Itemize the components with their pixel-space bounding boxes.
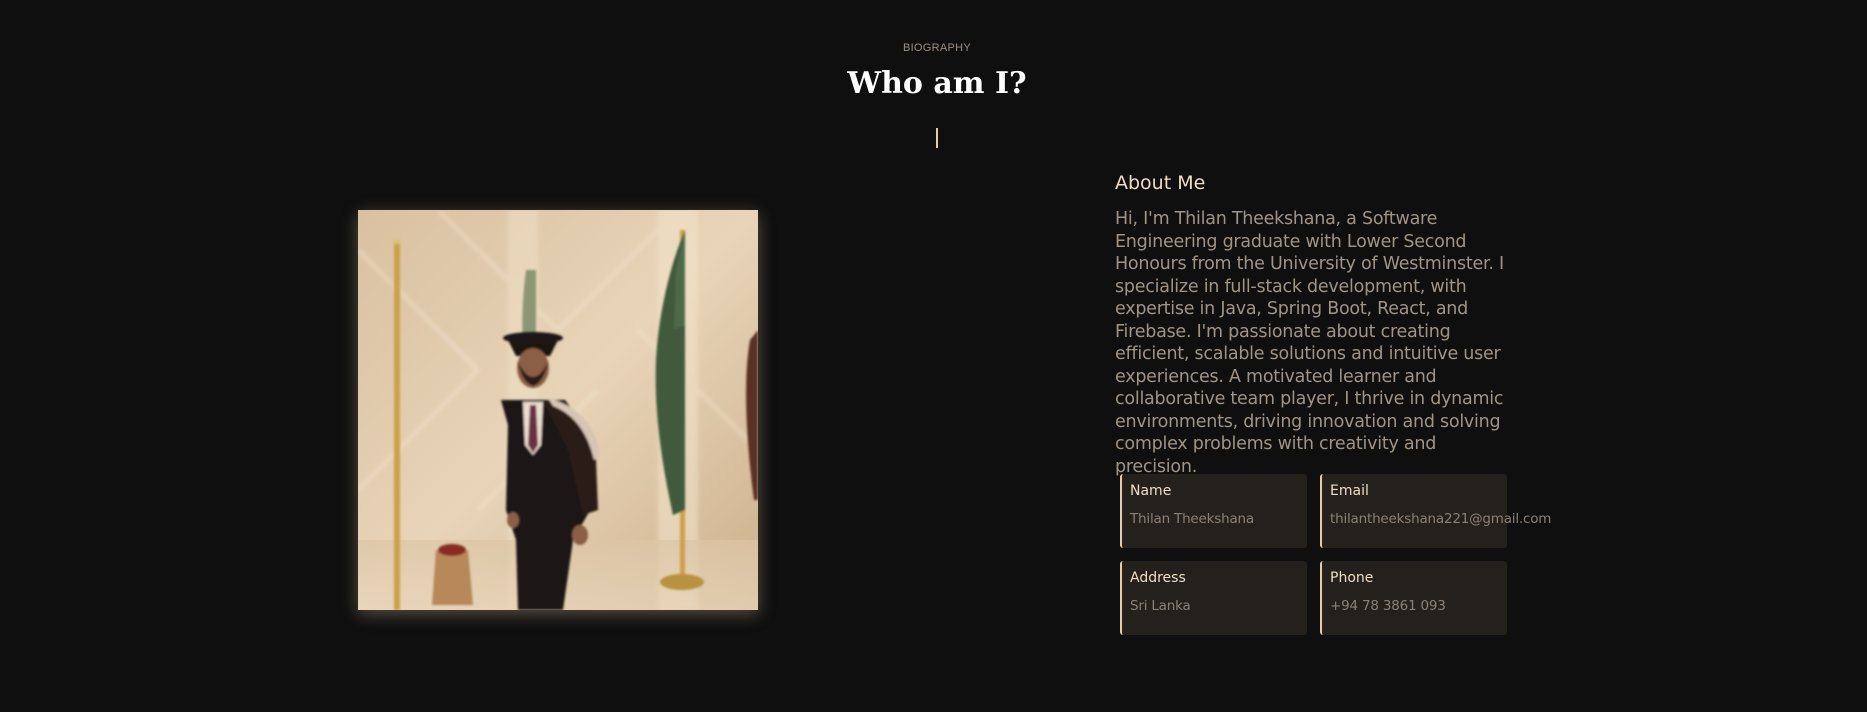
title-divider	[936, 128, 938, 148]
info-card-email: Email thilantheekshana221@gmail.com	[1320, 474, 1551, 548]
info-card-phone: Phone +94 78 3861 093	[1320, 561, 1507, 635]
info-card-value[interactable]: thilantheekshana221@gmail.com	[1330, 511, 1551, 527]
biography-section: BIOGRAPHY Who am I? About Me Hi, I'm Thi…	[0, 0, 1867, 712]
info-card-label: Address	[1130, 570, 1186, 586]
info-card-address: Address Sri Lanka	[1120, 561, 1307, 635]
profile-photo-image	[358, 210, 758, 610]
about-description: Hi, I'm Thilan Theekshana, a Software En…	[1115, 209, 1504, 477]
about-heading: About Me	[1115, 172, 1206, 194]
info-card-label: Phone	[1330, 570, 1374, 586]
info-card-label: Name	[1130, 483, 1172, 499]
info-card-label: Email	[1330, 483, 1369, 499]
section-eyebrow: BIOGRAPHY	[902, 42, 972, 54]
info-card-value[interactable]: +94 78 3861 093	[1330, 598, 1507, 614]
info-card-value: Sri Lanka	[1130, 598, 1191, 614]
info-card-value: Thilan Theekshana	[1130, 511, 1254, 527]
info-card-name: Name Thilan Theekshana	[1120, 474, 1307, 548]
section-title: Who am I?	[847, 66, 1027, 101]
profile-photo	[358, 210, 758, 610]
